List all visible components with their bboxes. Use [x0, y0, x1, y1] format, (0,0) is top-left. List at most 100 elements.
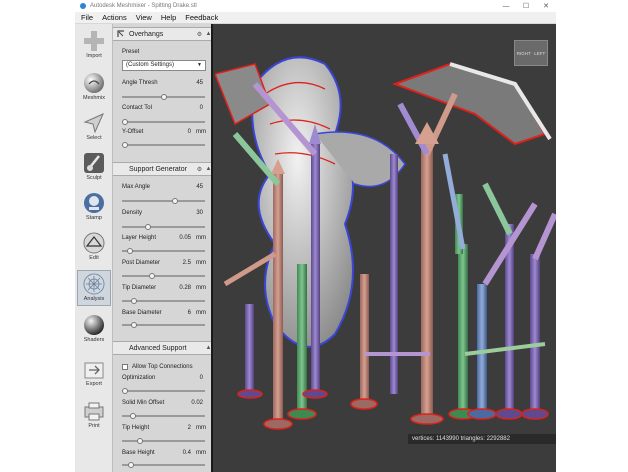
slider-knob[interactable]: [160, 94, 167, 100]
menu-view[interactable]: View: [136, 13, 152, 22]
layer-height-slider[interactable]: [122, 248, 205, 254]
tool-import[interactable]: Import: [77, 28, 111, 64]
max-angle-label: Max Angle: [122, 184, 151, 190]
post-diameter-value: 2.5: [182, 260, 191, 266]
base-height-slider[interactable]: [122, 462, 205, 468]
density-label: Density: [122, 210, 143, 216]
base-diameter-label: Base Diameter: [122, 310, 162, 316]
solid-min-offset-value: 0.02: [191, 400, 203, 406]
slider-knob[interactable]: [122, 142, 128, 148]
slider-knob[interactable]: [122, 119, 128, 125]
slider-knob[interactable]: [131, 322, 138, 328]
density-value: 30: [196, 210, 203, 216]
advanced-support-header[interactable]: Advanced Support ▲: [113, 341, 211, 355]
max-angle-slider[interactable]: [122, 198, 205, 204]
menu-feedback[interactable]: Feedback: [185, 13, 218, 22]
support-generator-title: Support Generator: [129, 165, 187, 173]
angle-thresh-value: 45: [196, 80, 203, 86]
slider-knob[interactable]: [122, 388, 128, 394]
3d-viewport[interactable]: RIGHT LEFT vertices: 1143990 triangles: …: [215, 24, 556, 472]
slider-knob[interactable]: [172, 198, 179, 204]
minimize-button[interactable]: —: [496, 3, 516, 10]
tool-analysis-label: Analysis: [83, 296, 105, 302]
base-diameter-value: 6: [187, 310, 191, 316]
contact-tol-slider[interactable]: [122, 119, 205, 125]
settings-gear-icon[interactable]: ⚙: [195, 166, 204, 173]
maximize-button[interactable]: ☐: [516, 2, 536, 10]
slider-knob[interactable]: [131, 298, 138, 304]
menu-file[interactable]: File: [81, 13, 93, 22]
chevron-down-icon: ▼: [197, 62, 202, 68]
close-button[interactable]: ✕: [536, 2, 556, 10]
slider-knob[interactable]: [128, 462, 135, 468]
tool-shaders-label: Shaders: [83, 337, 105, 343]
tip-diameter-slider[interactable]: [122, 298, 205, 304]
solid-min-offset-label: Solid Min Offset: [122, 400, 165, 406]
optimization-label: Optimization: [122, 375, 156, 381]
density-slider[interactable]: [122, 224, 205, 230]
tool-stamp[interactable]: Stamp: [77, 190, 111, 226]
support-generator-header[interactable]: Support Generator ⚙ ▲: [113, 162, 211, 176]
sphere-icon: [84, 73, 104, 93]
base-height-unit: mm: [196, 450, 206, 456]
shader-ball-icon: [84, 315, 104, 335]
window-title: Autodesk Meshmixer - Spitting Drake.stl: [90, 3, 197, 9]
advanced-support-title: Advanced Support: [129, 344, 187, 352]
view-cube[interactable]: RIGHT LEFT: [514, 40, 548, 66]
tool-print[interactable]: Print: [77, 398, 111, 434]
slider-knob[interactable]: [137, 438, 144, 444]
slider-knob[interactable]: [145, 224, 152, 230]
overhangs-icon: [117, 30, 124, 37]
base-diameter-slider[interactable]: [122, 322, 205, 328]
solid-min-offset-slider[interactable]: [122, 413, 205, 419]
tool-meshmix[interactable]: Meshmix: [77, 70, 111, 106]
settings-gear-icon[interactable]: ⚙: [195, 31, 204, 38]
overhangs-title: Overhangs: [129, 30, 164, 38]
tool-print-label: Print: [88, 423, 100, 429]
tip-height-unit: mm: [196, 425, 206, 431]
tool-export[interactable]: Export: [77, 356, 111, 392]
tool-export-label: Export: [86, 381, 102, 387]
post-diameter-slider[interactable]: [122, 273, 205, 279]
export-icon: [84, 362, 104, 379]
y-offset-value: 0: [187, 129, 191, 135]
preset-label: Preset: [122, 49, 140, 55]
slider-knob[interactable]: [129, 413, 136, 419]
cursor-icon: [83, 113, 104, 134]
base-height-label: Base Height: [122, 450, 155, 456]
tip-height-slider[interactable]: [122, 438, 205, 444]
meshmixer-window: Autodesk Meshmixer - Spitting Drake.stl …: [75, 0, 556, 472]
y-offset-label: Y-Offset: [122, 129, 144, 135]
plus-icon: [84, 31, 104, 51]
tool-sculpt[interactable]: Sculpt: [77, 150, 111, 186]
brush-icon: [84, 153, 104, 173]
slider-knob[interactable]: [126, 248, 133, 254]
collapse-arrow-icon[interactable]: ▲: [204, 31, 211, 37]
menu-help[interactable]: Help: [161, 13, 176, 22]
y-offset-slider[interactable]: [122, 142, 205, 148]
base-diameter-unit: mm: [196, 310, 206, 316]
scene-render: [215, 56, 556, 430]
tool-edit[interactable]: Edit: [77, 230, 111, 266]
analysis-icon: [83, 273, 105, 295]
tool-edit-label: Edit: [89, 255, 99, 261]
allow-top-connections-checkbox[interactable]: [122, 364, 128, 370]
menu-actions[interactable]: Actions: [102, 13, 127, 22]
collapse-arrow-icon[interactable]: ▲: [204, 166, 211, 172]
overhangs-header[interactable]: Overhangs ⚙ ▲: [113, 27, 211, 41]
tool-select-label: Select: [86, 135, 102, 141]
angle-thresh-slider[interactable]: [122, 94, 205, 100]
title-bar: Autodesk Meshmixer - Spitting Drake.stl …: [75, 0, 556, 12]
optimization-slider[interactable]: [122, 388, 205, 394]
preset-select[interactable]: (Custom Settings) ▼: [122, 60, 206, 71]
collapse-arrow-icon[interactable]: ▲: [204, 345, 211, 351]
y-offset-unit: mm: [196, 129, 206, 135]
slider-knob[interactable]: [148, 273, 155, 279]
mesh-stats-status: vertices: 1143990 triangles: 2292882: [408, 434, 556, 444]
tool-select[interactable]: Select: [77, 110, 111, 146]
tool-analysis[interactable]: Analysis: [77, 270, 111, 306]
tool-shaders[interactable]: Shaders: [77, 312, 111, 348]
layer-height-label: Layer Height: [122, 235, 157, 241]
